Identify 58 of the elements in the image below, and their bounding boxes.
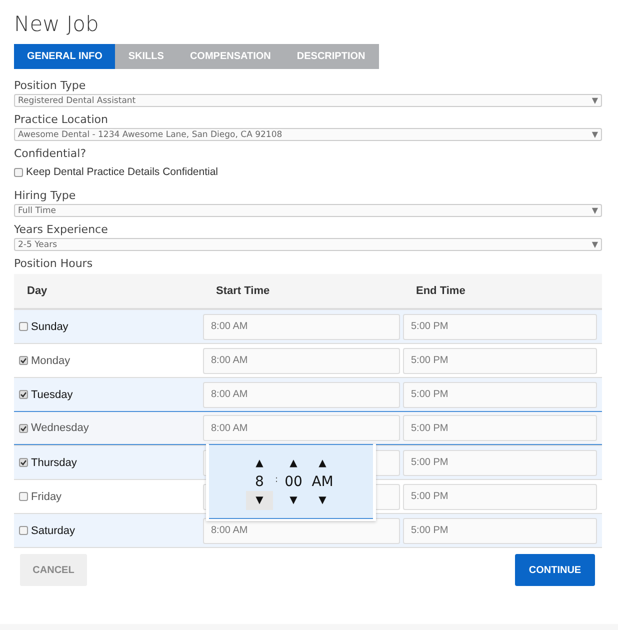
- dropdown-field[interactable]: Awesome Dental - 1234 Awesome Lane, San Diego, CA 92108 ▼: [14, 128, 602, 141]
- field-label: Practice Location: [14, 113, 109, 126]
- time-value: 00: [284, 472, 302, 490]
- time-field[interactable]: 5:00 PM: [403, 518, 597, 544]
- field-label: Years Experience: [14, 223, 109, 236]
- decrement-button[interactable]: ▼: [246, 490, 273, 510]
- day-label: Tuesday: [31, 388, 73, 400]
- column-header: End Time: [415, 285, 466, 297]
- time-separator: :: [274, 474, 278, 484]
- day-label: Saturday: [31, 524, 76, 536]
- field-label: Confidential?: [14, 147, 88, 160]
- increment-button[interactable]: ▲: [246, 454, 273, 472]
- checkbox[interactable]: [14, 168, 23, 176]
- decrement-button[interactable]: ▼: [280, 490, 308, 510]
- checkbox[interactable]: [19, 322, 28, 331]
- checkbox[interactable]: [19, 458, 28, 467]
- time-field[interactable]: 5:00 PM: [403, 382, 597, 408]
- time-field[interactable]: 5:00 PM: [403, 484, 597, 510]
- dropdown-field[interactable]: Registered Dental Assistant ▼: [14, 94, 602, 107]
- checkbox-label: Keep Dental Practice Details Confidential: [26, 166, 218, 178]
- continue-button[interactable]: CONTINUE: [515, 554, 595, 586]
- dropdown-arrow: ▼: [592, 240, 598, 249]
- dropdown-field[interactable]: Full Time ▼: [14, 204, 602, 217]
- dropdown-arrow: ▼: [592, 96, 598, 105]
- time-field[interactable]: 5:00 PM: [403, 314, 597, 340]
- column-header: Start Time: [215, 285, 271, 297]
- decrement-button[interactable]: ▼: [309, 490, 336, 510]
- cancel-button[interactable]: CANCEL: [20, 554, 87, 586]
- field-label: Position Type: [14, 79, 87, 92]
- increment-button[interactable]: ▲: [309, 454, 336, 472]
- day-label: Thursday: [31, 456, 77, 468]
- time-field[interactable]: 5:00 PM: [403, 450, 597, 476]
- time-field[interactable]: 5:00 PM: [403, 415, 597, 441]
- section-label: Position Hours: [14, 257, 94, 270]
- time-field[interactable]: 8:00 AM: [203, 348, 400, 374]
- day-label: Friday: [31, 490, 62, 502]
- day-label: Wednesday: [31, 422, 89, 434]
- checkbox[interactable]: [19, 356, 28, 365]
- tab[interactable]: GENERAL INFO: [14, 44, 116, 69]
- increment-button[interactable]: ▲: [280, 454, 308, 472]
- checkbox[interactable]: [19, 424, 28, 432]
- dropdown-arrow: ▼: [592, 206, 598, 215]
- day-label: Monday: [31, 354, 70, 366]
- checkbox[interactable]: [19, 526, 28, 535]
- checkbox[interactable]: [19, 390, 28, 399]
- time-field[interactable]: 5:00 PM: [403, 348, 597, 374]
- day-label: Sunday: [31, 320, 68, 332]
- time-value: AM: [312, 472, 334, 490]
- dropdown-arrow: ▼: [592, 130, 598, 139]
- time-field[interactable]: 8:00 AM: [203, 382, 400, 408]
- page-title: New Job: [14, 12, 100, 36]
- dropdown-field[interactable]: 2-5 Years ▼: [14, 238, 602, 251]
- time-field[interactable]: 8:00 AM: [203, 314, 400, 340]
- checkbox[interactable]: [19, 492, 28, 501]
- time-value: 8: [255, 472, 264, 490]
- time-field[interactable]: 8:00 AM: [203, 415, 400, 441]
- column-header: Day: [26, 285, 48, 297]
- field-label: Hiring Type: [14, 189, 77, 202]
